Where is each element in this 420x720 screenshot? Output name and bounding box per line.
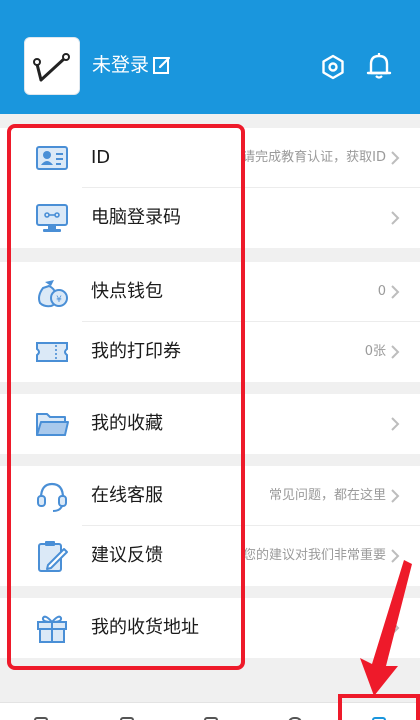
bottom-tab-bar <box>0 702 420 720</box>
ticket-icon <box>36 342 68 362</box>
menu-label: 建议反馈 <box>91 545 163 566</box>
menu-label: 在线客服 <box>91 485 163 506</box>
wallet-card: ¥ 快点钱包 0 我的打印券 0张 <box>0 262 420 382</box>
chevron-right-icon <box>391 345 400 359</box>
menu-row-favorites[interactable]: 我的收藏 <box>0 394 420 454</box>
menu-row-wallet[interactable]: ¥ 快点钱包 0 <box>0 262 420 322</box>
headset-icon <box>37 482 67 512</box>
menu-hint: 0 <box>377 284 386 299</box>
gift-icon <box>37 615 67 643</box>
menu-label: 电脑登录码 <box>91 207 181 228</box>
chevron-right-icon <box>391 417 400 431</box>
profile-header: 未登录 <box>0 0 420 114</box>
menu-row-id[interactable]: ID 请完成教育认证，获取ID <box>0 128 420 188</box>
menu-row-pc-login-code[interactable]: 电脑登录码 <box>0 188 420 248</box>
menu-row-print-coupons[interactable]: 我的打印券 0张 <box>0 322 420 382</box>
menu-row-online-service[interactable]: 在线客服 常见问题，都在这里 <box>0 466 420 526</box>
menu-label: ID <box>91 147 111 168</box>
menu-label: 快点钱包 <box>91 281 163 302</box>
folder-icon <box>36 413 69 436</box>
logo-icon <box>33 53 70 82</box>
avatar[interactable] <box>24 37 80 95</box>
monitor-icon <box>36 204 68 232</box>
settings-icon[interactable] <box>320 54 346 80</box>
favorites-card: 我的收藏 <box>0 394 420 454</box>
username-label[interactable]: 未登录 <box>92 53 149 77</box>
menu-label: 我的收货地址 <box>91 617 199 638</box>
clipboard-pen-icon <box>38 541 68 572</box>
annotation-arrow: 网 <box>358 560 412 696</box>
watermark-text: 网 <box>358 638 373 656</box>
chevron-right-icon <box>391 151 400 165</box>
id-card-icon <box>36 146 68 170</box>
chevron-right-icon <box>391 489 400 503</box>
account-card: ID 请完成教育认证，获取ID 电脑登录码 <box>0 128 420 248</box>
menu-label: 我的打印券 <box>91 341 181 362</box>
chevron-right-icon <box>391 211 400 225</box>
chevron-right-icon <box>391 285 400 299</box>
edit-icon[interactable] <box>152 55 172 75</box>
menu-hint: 常见问题，都在这里 <box>268 488 386 503</box>
menu-label: 我的收藏 <box>91 413 163 434</box>
wallet-icon: ¥ <box>38 280 68 308</box>
menu-hint: 0张 <box>364 344 386 359</box>
bell-icon[interactable] <box>366 52 392 80</box>
menu-hint: 请完成教育认证，获取ID <box>242 150 386 165</box>
svg-text:¥: ¥ <box>56 295 62 305</box>
